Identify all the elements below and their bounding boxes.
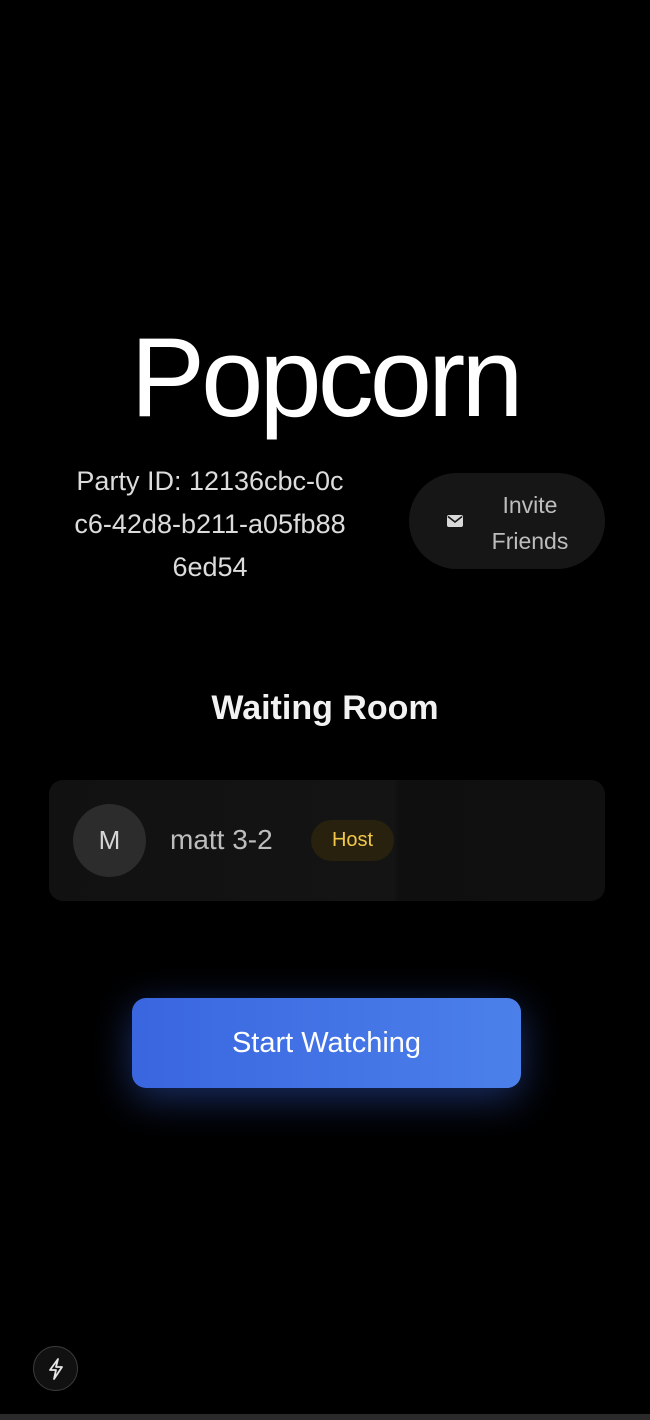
invite-friends-label: Invite Friends (491, 492, 569, 554)
waiting-room-title: Waiting Room (211, 689, 439, 727)
party-info-row: Party ID: 12136cbc-0cc6-42d8-b211-a05fb8… (0, 460, 650, 584)
start-watching-button[interactable]: Start Watching (132, 998, 521, 1088)
lightning-bolt-icon (48, 1357, 63, 1380)
app-title: Popcorn (130, 315, 523, 440)
invite-friends-button[interactable]: Invite Friends (409, 473, 605, 569)
page: Popcorn Party ID: 12136cbc-0cc6-42d8-b21… (0, 0, 650, 1420)
host-badge: Host (311, 820, 394, 861)
member-list-item: M matt 3-2 Host (49, 780, 605, 901)
dev-tools-indicator[interactable] (33, 1346, 78, 1391)
party-id-text: Party ID: 12136cbc-0cc6-42d8-b211-a05fb8… (74, 466, 346, 582)
member-name: matt 3-2 (170, 824, 273, 855)
mail-icon (447, 515, 463, 527)
bottom-edge-bar (0, 1414, 650, 1420)
avatar: M (73, 804, 146, 877)
